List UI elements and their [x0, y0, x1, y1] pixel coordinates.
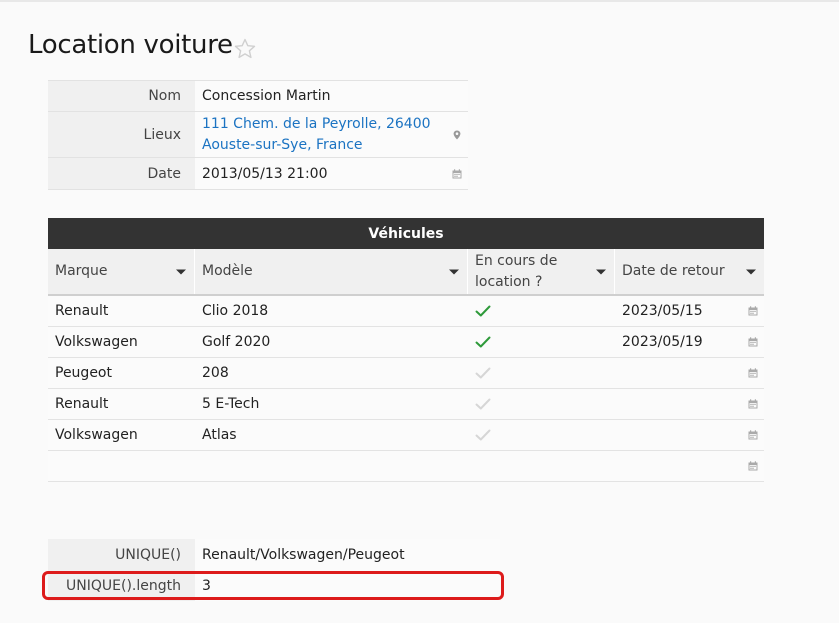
field-label: Lieux: [48, 112, 195, 157]
highlight-box: [42, 571, 504, 600]
form-row-date: Date 2013/05/13 21:00: [48, 158, 468, 190]
top-strip: [0, 0, 839, 2]
caret-down-icon[interactable]: [746, 269, 756, 274]
calendar-icon[interactable]: [452, 168, 462, 179]
nom-field[interactable]: Concession Martin: [195, 81, 468, 111]
table-row[interactable]: Volkswagen Atlas: [48, 420, 764, 451]
calendar-icon[interactable]: [748, 306, 758, 316]
cell-modele[interactable]: Atlas: [195, 420, 468, 450]
cell-marque[interactable]: Volkswagen: [48, 327, 195, 357]
checkmark-off-icon[interactable]: [475, 398, 491, 410]
cell-date-retour[interactable]: [615, 451, 764, 481]
cell-marque[interactable]: Volkswagen: [48, 420, 195, 450]
calendar-icon[interactable]: [748, 337, 758, 347]
caret-down-icon[interactable]: [596, 269, 606, 274]
checkmark-off-icon[interactable]: [475, 367, 491, 379]
cell-modele[interactable]: 208: [195, 358, 468, 388]
calendar-icon[interactable]: [748, 430, 758, 440]
table-row[interactable]: Peugeot 208: [48, 358, 764, 389]
cell-en-location[interactable]: [468, 389, 615, 419]
table-row[interactable]: Renault 5 E-Tech: [48, 389, 764, 420]
cell-date-retour[interactable]: [615, 358, 764, 388]
checkmark-icon[interactable]: [475, 305, 491, 317]
checkmark-icon[interactable]: [475, 336, 491, 348]
field-value: Concession Martin: [202, 88, 331, 104]
cell-date-retour[interactable]: 2023/05/15: [615, 296, 764, 326]
checkmark-off-icon[interactable]: [475, 429, 491, 441]
calendar-icon[interactable]: [748, 368, 758, 378]
column-label: En cours de location ?: [475, 252, 558, 290]
star-icon[interactable]: [233, 37, 257, 61]
cell-text: Atlas: [202, 427, 237, 443]
cell-en-location[interactable]: [468, 420, 615, 450]
cell-text: Volkswagen: [55, 427, 138, 443]
address-link[interactable]: 111 Chem. de la Peyrolle, 26400 Aouste-s…: [202, 114, 431, 156]
column-label: Modèle: [202, 263, 253, 279]
cell-marque[interactable]: Renault: [48, 389, 195, 419]
caret-down-icon[interactable]: [176, 269, 186, 274]
table-caption: Véhicules: [48, 218, 764, 249]
cell-en-location[interactable]: [468, 451, 615, 481]
lieux-field[interactable]: 111 Chem. de la Peyrolle, 26400 Aouste-s…: [195, 112, 468, 157]
table-row[interactable]: Volkswagen Golf 2020 2023/05/19: [48, 327, 764, 358]
cell-text: Peugeot: [55, 365, 112, 381]
cell-text: 5 E-Tech: [202, 396, 260, 412]
caret-down-icon[interactable]: [449, 269, 459, 274]
address-line-1: 111 Chem. de la Peyrolle, 26400: [202, 115, 431, 132]
cell-date-retour[interactable]: [615, 420, 764, 450]
cell-text: Golf 2020: [202, 334, 271, 350]
cell-text: 2023/05/15: [622, 303, 703, 319]
formula-row-unique: UNIQUE() Renault/Volkswagen/Peugeot: [48, 539, 500, 570]
field-value: 2013/05/13 21:00: [202, 165, 328, 182]
page-title: Location voiture: [28, 30, 233, 60]
unique-field[interactable]: Renault/Volkswagen/Peugeot: [195, 539, 500, 570]
form-row-nom: Nom Concession Martin: [48, 81, 468, 112]
cell-text: Volkswagen: [55, 334, 138, 350]
vehicles-table: Véhicules Marque Modèle En cours de loca…: [48, 218, 764, 482]
address-line-2: Aouste-sur-Sye, France: [202, 136, 363, 153]
cell-text: Clio 2018: [202, 303, 269, 319]
cell-en-location[interactable]: [468, 327, 615, 357]
cell-date-retour[interactable]: 2023/05/19: [615, 327, 764, 357]
cell-modele[interactable]: [195, 451, 468, 481]
cell-marque[interactable]: [48, 451, 195, 481]
cell-modele[interactable]: Golf 2020: [195, 327, 468, 357]
table-row[interactable]: Renault Clio 2018 2023/05/15: [48, 296, 764, 327]
cell-en-location[interactable]: [468, 358, 615, 388]
cell-text: 2023/05/19: [622, 334, 703, 350]
field-label: Nom: [48, 81, 195, 111]
column-header-en-location[interactable]: En cours de location ?: [468, 249, 615, 294]
cell-marque[interactable]: Renault: [48, 296, 195, 326]
cell-text: 208: [202, 365, 229, 381]
column-header-date-retour[interactable]: Date de retour: [615, 249, 764, 294]
calendar-icon[interactable]: [748, 399, 758, 409]
cell-marque[interactable]: Peugeot: [48, 358, 195, 388]
table-row[interactable]: [48, 451, 764, 482]
cell-modele[interactable]: Clio 2018: [195, 296, 468, 326]
date-field[interactable]: 2013/05/13 21:00: [195, 158, 468, 189]
cell-date-retour[interactable]: [615, 389, 764, 419]
field-label: Date: [48, 158, 195, 189]
column-label: Date de retour: [622, 263, 725, 279]
column-header-modele[interactable]: Modèle: [195, 249, 468, 294]
cell-en-location[interactable]: [468, 296, 615, 326]
column-label: Marque: [55, 263, 108, 279]
column-header-marque[interactable]: Marque: [48, 249, 195, 294]
form-row-lieux: Lieux 111 Chem. de la Peyrolle, 26400 Ao…: [48, 112, 468, 158]
field-label: UNIQUE(): [48, 539, 195, 570]
calendar-icon[interactable]: [748, 461, 758, 471]
cell-text: Renault: [55, 303, 109, 319]
table-header: Marque Modèle En cours de location ? Dat…: [48, 249, 764, 296]
cell-modele[interactable]: 5 E-Tech: [195, 389, 468, 419]
record-form: Nom Concession Martin Lieux 111 Chem. de…: [48, 80, 468, 190]
table-body: Renault Clio 2018 2023/05/15 Volkswagen Golf…: [48, 296, 764, 482]
cell-text: Renault: [55, 396, 109, 412]
map-pin-icon[interactable]: [452, 130, 462, 140]
